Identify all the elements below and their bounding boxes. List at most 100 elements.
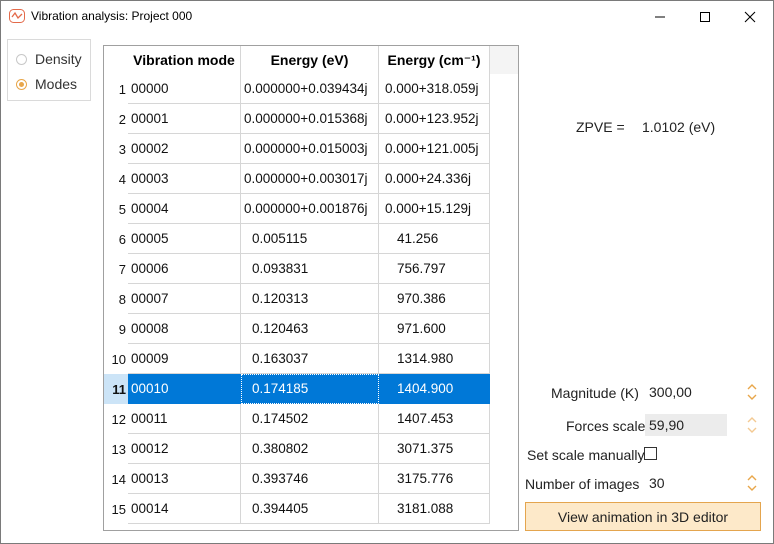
title-bar[interactable]: Vibration analysis: Project 000: [1, 1, 773, 32]
row-index-cell[interactable]: 14: [104, 464, 128, 494]
row-index-cell[interactable]: 5: [104, 194, 128, 224]
vibration-mode-cell[interactable]: 00005: [128, 224, 241, 254]
energy-ev-cell[interactable]: 0.394405: [241, 494, 379, 524]
energy-ev-cell[interactable]: 0.000000+0.001876j: [241, 194, 379, 224]
vibration-mode-cell[interactable]: 00002: [128, 134, 241, 164]
vibration-mode-cell[interactable]: 00007: [128, 284, 241, 314]
energy-ev-cell[interactable]: 0.393746: [241, 464, 379, 494]
magnitude-input[interactable]: 300,00: [645, 381, 727, 403]
row-index-cell[interactable]: 9: [104, 314, 128, 344]
forces-scale-spinner[interactable]: [745, 414, 759, 436]
density-radio-option[interactable]: Density: [16, 49, 82, 69]
row-index-cell[interactable]: 11: [104, 374, 128, 404]
vibration-mode-cell[interactable]: 00009: [128, 344, 241, 374]
modes-table[interactable]: Vibration mode Energy (eV) Energy (cm⁻¹)…: [103, 45, 519, 531]
energy-cm-cell[interactable]: 3175.776: [379, 464, 490, 494]
vibration-mode-cell[interactable]: 00014: [128, 494, 241, 524]
energy-cm-cell[interactable]: 1407.453: [379, 404, 490, 434]
energy-ev-cell[interactable]: 0.163037: [241, 344, 379, 374]
row-index-header: [104, 46, 128, 74]
energy-ev-cell[interactable]: 0.000000+0.039434j: [241, 74, 379, 104]
energy-cm-cell[interactable]: 1404.900: [379, 374, 490, 404]
energy-cm-cell[interactable]: 970.386: [379, 284, 490, 314]
table-row[interactable]: 2 00001 0.000000+0.015368j 0.000+123.952j: [104, 104, 490, 134]
zpve-value: 1.0102 (eV): [642, 119, 716, 135]
column-header-energy-cm[interactable]: Energy (cm⁻¹): [379, 46, 490, 74]
energy-cm-cell[interactable]: 0.000+15.129j: [379, 194, 490, 224]
energy-cm-cell[interactable]: 0.000+121.005j: [379, 134, 490, 164]
table-row[interactable]: 5 00004 0.000000+0.001876j 0.000+15.129j: [104, 194, 490, 224]
zpve-label: ZPVE =: [576, 119, 625, 135]
number-of-images-input[interactable]: 30: [645, 472, 727, 494]
set-scale-manually-checkbox[interactable]: [644, 447, 657, 460]
row-index-cell[interactable]: 2: [104, 104, 128, 134]
vibration-mode-cell[interactable]: 00000: [128, 74, 241, 104]
vibration-mode-cell[interactable]: 00004: [128, 194, 241, 224]
table-row[interactable]: 12 00011 0.174502 1407.453: [104, 404, 490, 434]
density-radio[interactable]: [16, 53, 27, 65]
energy-ev-cell[interactable]: 0.120313: [241, 284, 379, 314]
row-index-cell[interactable]: 1: [104, 74, 128, 104]
close-button[interactable]: [727, 1, 773, 32]
app-icon: [9, 9, 25, 23]
table-row[interactable]: 8 00007 0.120313 970.386: [104, 284, 490, 314]
table-row[interactable]: 14 00013 0.393746 3175.776: [104, 464, 490, 494]
row-index-cell[interactable]: 10: [104, 344, 128, 374]
energy-ev-cell[interactable]: 0.000000+0.015368j: [241, 104, 379, 134]
energy-cm-cell[interactable]: 41.256: [379, 224, 490, 254]
energy-cm-cell[interactable]: 0.000+318.059j: [379, 74, 490, 104]
energy-ev-cell[interactable]: 0.174502: [241, 404, 379, 434]
energy-ev-cell[interactable]: 0.005115: [241, 224, 379, 254]
magnitude-spinner[interactable]: [745, 381, 759, 403]
energy-ev-cell[interactable]: 0.093831: [241, 254, 379, 284]
vibration-mode-cell[interactable]: 00011: [128, 404, 241, 434]
energy-cm-cell[interactable]: 756.797: [379, 254, 490, 284]
table-row[interactable]: 4 00003 0.000000+0.003017j 0.000+24.336j: [104, 164, 490, 194]
row-index-cell[interactable]: 13: [104, 434, 128, 464]
table-row[interactable]: 9 00008 0.120463 971.600: [104, 314, 490, 344]
row-index-cell[interactable]: 4: [104, 164, 128, 194]
vibration-mode-cell[interactable]: 00008: [128, 314, 241, 344]
row-index-cell[interactable]: 6: [104, 224, 128, 254]
vibration-mode-cell[interactable]: 00010: [128, 374, 241, 404]
vibration-mode-cell[interactable]: 00001: [128, 104, 241, 134]
modes-radio[interactable]: [16, 78, 27, 90]
vibration-mode-cell[interactable]: 00012: [128, 434, 241, 464]
energy-cm-cell[interactable]: 0.000+123.952j: [379, 104, 490, 134]
row-index-cell[interactable]: 15: [104, 494, 128, 524]
table-row[interactable]: 1 00000 0.000000+0.039434j 0.000+318.059j: [104, 74, 490, 104]
table-row[interactable]: 3 00002 0.000000+0.015003j 0.000+121.005j: [104, 134, 490, 164]
energy-cm-cell[interactable]: 3181.088: [379, 494, 490, 524]
number-of-images-spinner[interactable]: [745, 472, 759, 494]
forces-scale-input[interactable]: 59,90: [645, 414, 727, 436]
column-header-mode[interactable]: Vibration mode: [128, 46, 241, 74]
energy-ev-cell[interactable]: 0.000000+0.003017j: [241, 164, 379, 194]
table-row[interactable]: 6 00005 0.005115 41.256: [104, 224, 490, 254]
table-row[interactable]: 13 00012 0.380802 3071.375: [104, 434, 490, 464]
row-index-cell[interactable]: 8: [104, 284, 128, 314]
energy-ev-cell[interactable]: 0.000000+0.015003j: [241, 134, 379, 164]
row-index-cell[interactable]: 7: [104, 254, 128, 284]
energy-cm-cell[interactable]: 0.000+24.336j: [379, 164, 490, 194]
energy-cm-cell[interactable]: 3071.375: [379, 434, 490, 464]
number-of-images-label: Number of images: [525, 476, 640, 492]
modes-radio-option[interactable]: Modes: [16, 74, 77, 94]
table-row[interactable]: 10 00009 0.163037 1314.980: [104, 344, 490, 374]
vibration-mode-cell[interactable]: 00006: [128, 254, 241, 284]
view-animation-3d-button[interactable]: View animation in 3D editor: [525, 502, 761, 531]
row-index-cell[interactable]: 3: [104, 134, 128, 164]
vibration-mode-cell[interactable]: 00013: [128, 464, 241, 494]
energy-ev-cell[interactable]: 0.380802: [241, 434, 379, 464]
energy-cm-cell[interactable]: 1314.980: [379, 344, 490, 374]
table-row[interactable]: 15 00014 0.394405 3181.088: [104, 494, 490, 524]
column-header-energy-ev[interactable]: Energy (eV): [241, 46, 379, 74]
energy-ev-cell[interactable]: 0.120463: [241, 314, 379, 344]
vibration-mode-cell[interactable]: 00003: [128, 164, 241, 194]
table-row[interactable]: 11 00010 0.174185 1404.900: [104, 374, 490, 404]
energy-ev-cell[interactable]: 0.174185: [241, 374, 379, 404]
energy-cm-cell[interactable]: 971.600: [379, 314, 490, 344]
row-index-cell[interactable]: 12: [104, 404, 128, 434]
table-row[interactable]: 7 00006 0.093831 756.797: [104, 254, 490, 284]
maximize-button[interactable]: [682, 1, 728, 32]
minimize-button[interactable]: [637, 1, 683, 32]
